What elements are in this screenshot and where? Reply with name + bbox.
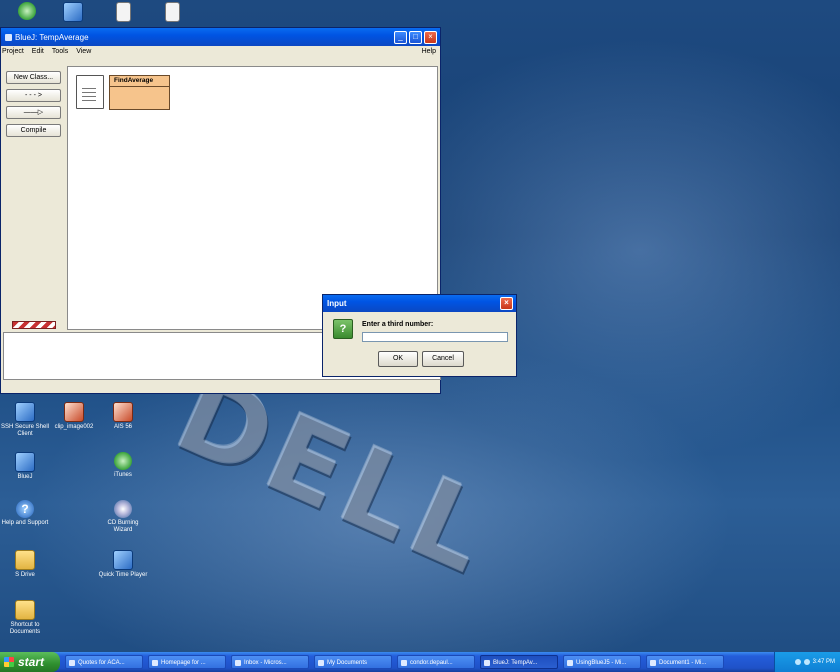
minimize-button[interactable]: _ — [394, 30, 407, 44]
menu-view[interactable]: View — [76, 48, 91, 55]
desktop-icon-quicktime[interactable]: Quick Time Player — [98, 550, 148, 579]
desktop-icon-label: Quick Time Player — [98, 572, 148, 578]
maximize-button[interactable]: □ — [409, 30, 422, 44]
class-diagram-canvas[interactable]: FindAverage — [67, 66, 438, 330]
taskbar-item[interactable]: Quotes for ACA... — [65, 655, 143, 669]
recycle-bin-icon — [18, 2, 36, 20]
tray-volume-icon[interactable] — [803, 659, 810, 665]
desktop-icon-label: S Drive — [15, 572, 35, 578]
cd-icon — [114, 500, 132, 518]
dialog-title: Input — [327, 299, 347, 308]
clock[interactable]: 3:47 PM — [813, 659, 835, 665]
taskbar-item[interactable]: condor.depaul... — [397, 655, 475, 669]
network-desktop-icon[interactable] — [48, 2, 98, 24]
desktop-icon-label: clip_image002 — [54, 424, 94, 430]
close-button[interactable]: × — [424, 30, 437, 44]
new-class-button[interactable]: New Class... — [6, 71, 61, 84]
start-button[interactable]: start — [0, 652, 60, 672]
taskbar: start Quotes for ACA... Homepage for ...… — [0, 652, 840, 672]
desktop-icon-itunes[interactable]: iTunes — [98, 452, 148, 479]
desktop-icon-ais[interactable]: AIS 56 — [98, 402, 148, 431]
taskbar-item[interactable]: Homepage for ... — [148, 655, 226, 669]
number-input[interactable] — [362, 332, 508, 342]
ssh-icon — [15, 402, 35, 422]
desktop-icon-help[interactable]: ? Help and Support — [0, 500, 50, 527]
document-desktop-icon-1[interactable] — [98, 2, 148, 24]
desktop-icon-label: CD Burning Wizard — [107, 520, 139, 533]
tray-network-icon[interactable] — [794, 659, 801, 665]
readme-document-icon[interactable] — [76, 75, 104, 109]
desktop-icon-clip-image[interactable]: clip_image002 — [49, 402, 99, 431]
desktop-icon-label: BlueJ — [17, 474, 33, 480]
desktop-icon-ssh[interactable]: SSH Secure Shell Client — [0, 402, 50, 438]
taskbar-item[interactable]: My Documents — [314, 655, 392, 669]
recycle-bin-desktop-icon[interactable] — [2, 2, 52, 22]
image-file-icon — [113, 402, 133, 422]
bluej-titlebar[interactable]: BlueJ: TempAverage _ □ × — [1, 28, 440, 46]
quicktime-icon — [113, 550, 133, 570]
class-box-findaverage[interactable]: FindAverage — [109, 75, 170, 110]
system-tray: 3:47 PM — [774, 652, 840, 672]
class-name: FindAverage — [110, 76, 169, 87]
input-dialog: Input × ? Enter a third number: OK Cance… — [322, 294, 517, 377]
itunes-icon — [114, 452, 132, 470]
bluej-app-icon — [5, 33, 12, 41]
desktop-icon-label: iTunes — [114, 472, 132, 478]
menu-tools[interactable]: Tools — [52, 48, 68, 55]
cancel-button[interactable]: Cancel — [422, 351, 464, 367]
network-icon — [63, 2, 83, 22]
start-label: start — [18, 655, 45, 669]
taskbar-item[interactable]: UsingBlueJ5 - Mi... — [563, 655, 641, 669]
desktop-icon-shortcut-documents[interactable]: Shortcut to Documents — [0, 600, 50, 636]
folder-icon — [15, 550, 35, 570]
windows-logo-icon — [4, 657, 14, 667]
desktop-icon-label: Shortcut to Documents — [9, 622, 41, 635]
vm-activity-indicator — [12, 321, 56, 329]
inheritance-arrow-button[interactable]: ——▷ — [6, 106, 61, 119]
desktop-icon-cd-burning[interactable]: CD Burning Wizard — [98, 500, 148, 534]
menu-edit[interactable]: Edit — [32, 48, 44, 55]
desktop-icon-label: SSH Secure Shell Client — [0, 424, 50, 437]
document-desktop-icon-2[interactable] — [147, 2, 197, 24]
bluej-icon — [15, 452, 35, 472]
image-file-icon — [64, 402, 84, 422]
question-icon: ? — [333, 319, 353, 339]
help-icon: ? — [16, 500, 34, 518]
desktop-icon-label: AIS 56 — [113, 424, 132, 430]
ok-button[interactable]: OK — [378, 351, 418, 367]
taskbar-item[interactable]: Inbox - Micros... — [231, 655, 309, 669]
dialog-close-button[interactable]: × — [500, 297, 513, 310]
desktop-icon-bluej[interactable]: BlueJ — [0, 452, 50, 481]
dialog-prompt: Enter a third number: — [362, 321, 434, 328]
desktop-icon-s-drive[interactable]: S Drive — [0, 550, 50, 579]
taskbar-item[interactable]: Document1 - Mi... — [646, 655, 724, 669]
bluej-window-title: BlueJ: TempAverage — [15, 32, 89, 42]
compile-button[interactable]: Compile — [6, 124, 61, 137]
document-icon — [164, 2, 180, 22]
taskbar-item-active[interactable]: BlueJ: TempAv... — [480, 655, 558, 669]
menu-project[interactable]: Project — [2, 48, 24, 55]
desktop-icon-label: Help and Support — [1, 520, 49, 526]
menu-help[interactable]: Help — [422, 48, 436, 55]
bluej-menubar: Project Edit Tools View Help — [1, 46, 440, 57]
dialog-titlebar[interactable]: Input × — [323, 295, 516, 312]
document-icon — [115, 2, 131, 22]
uses-arrow-button[interactable]: - - - > — [6, 89, 61, 102]
folder-icon — [15, 600, 35, 620]
